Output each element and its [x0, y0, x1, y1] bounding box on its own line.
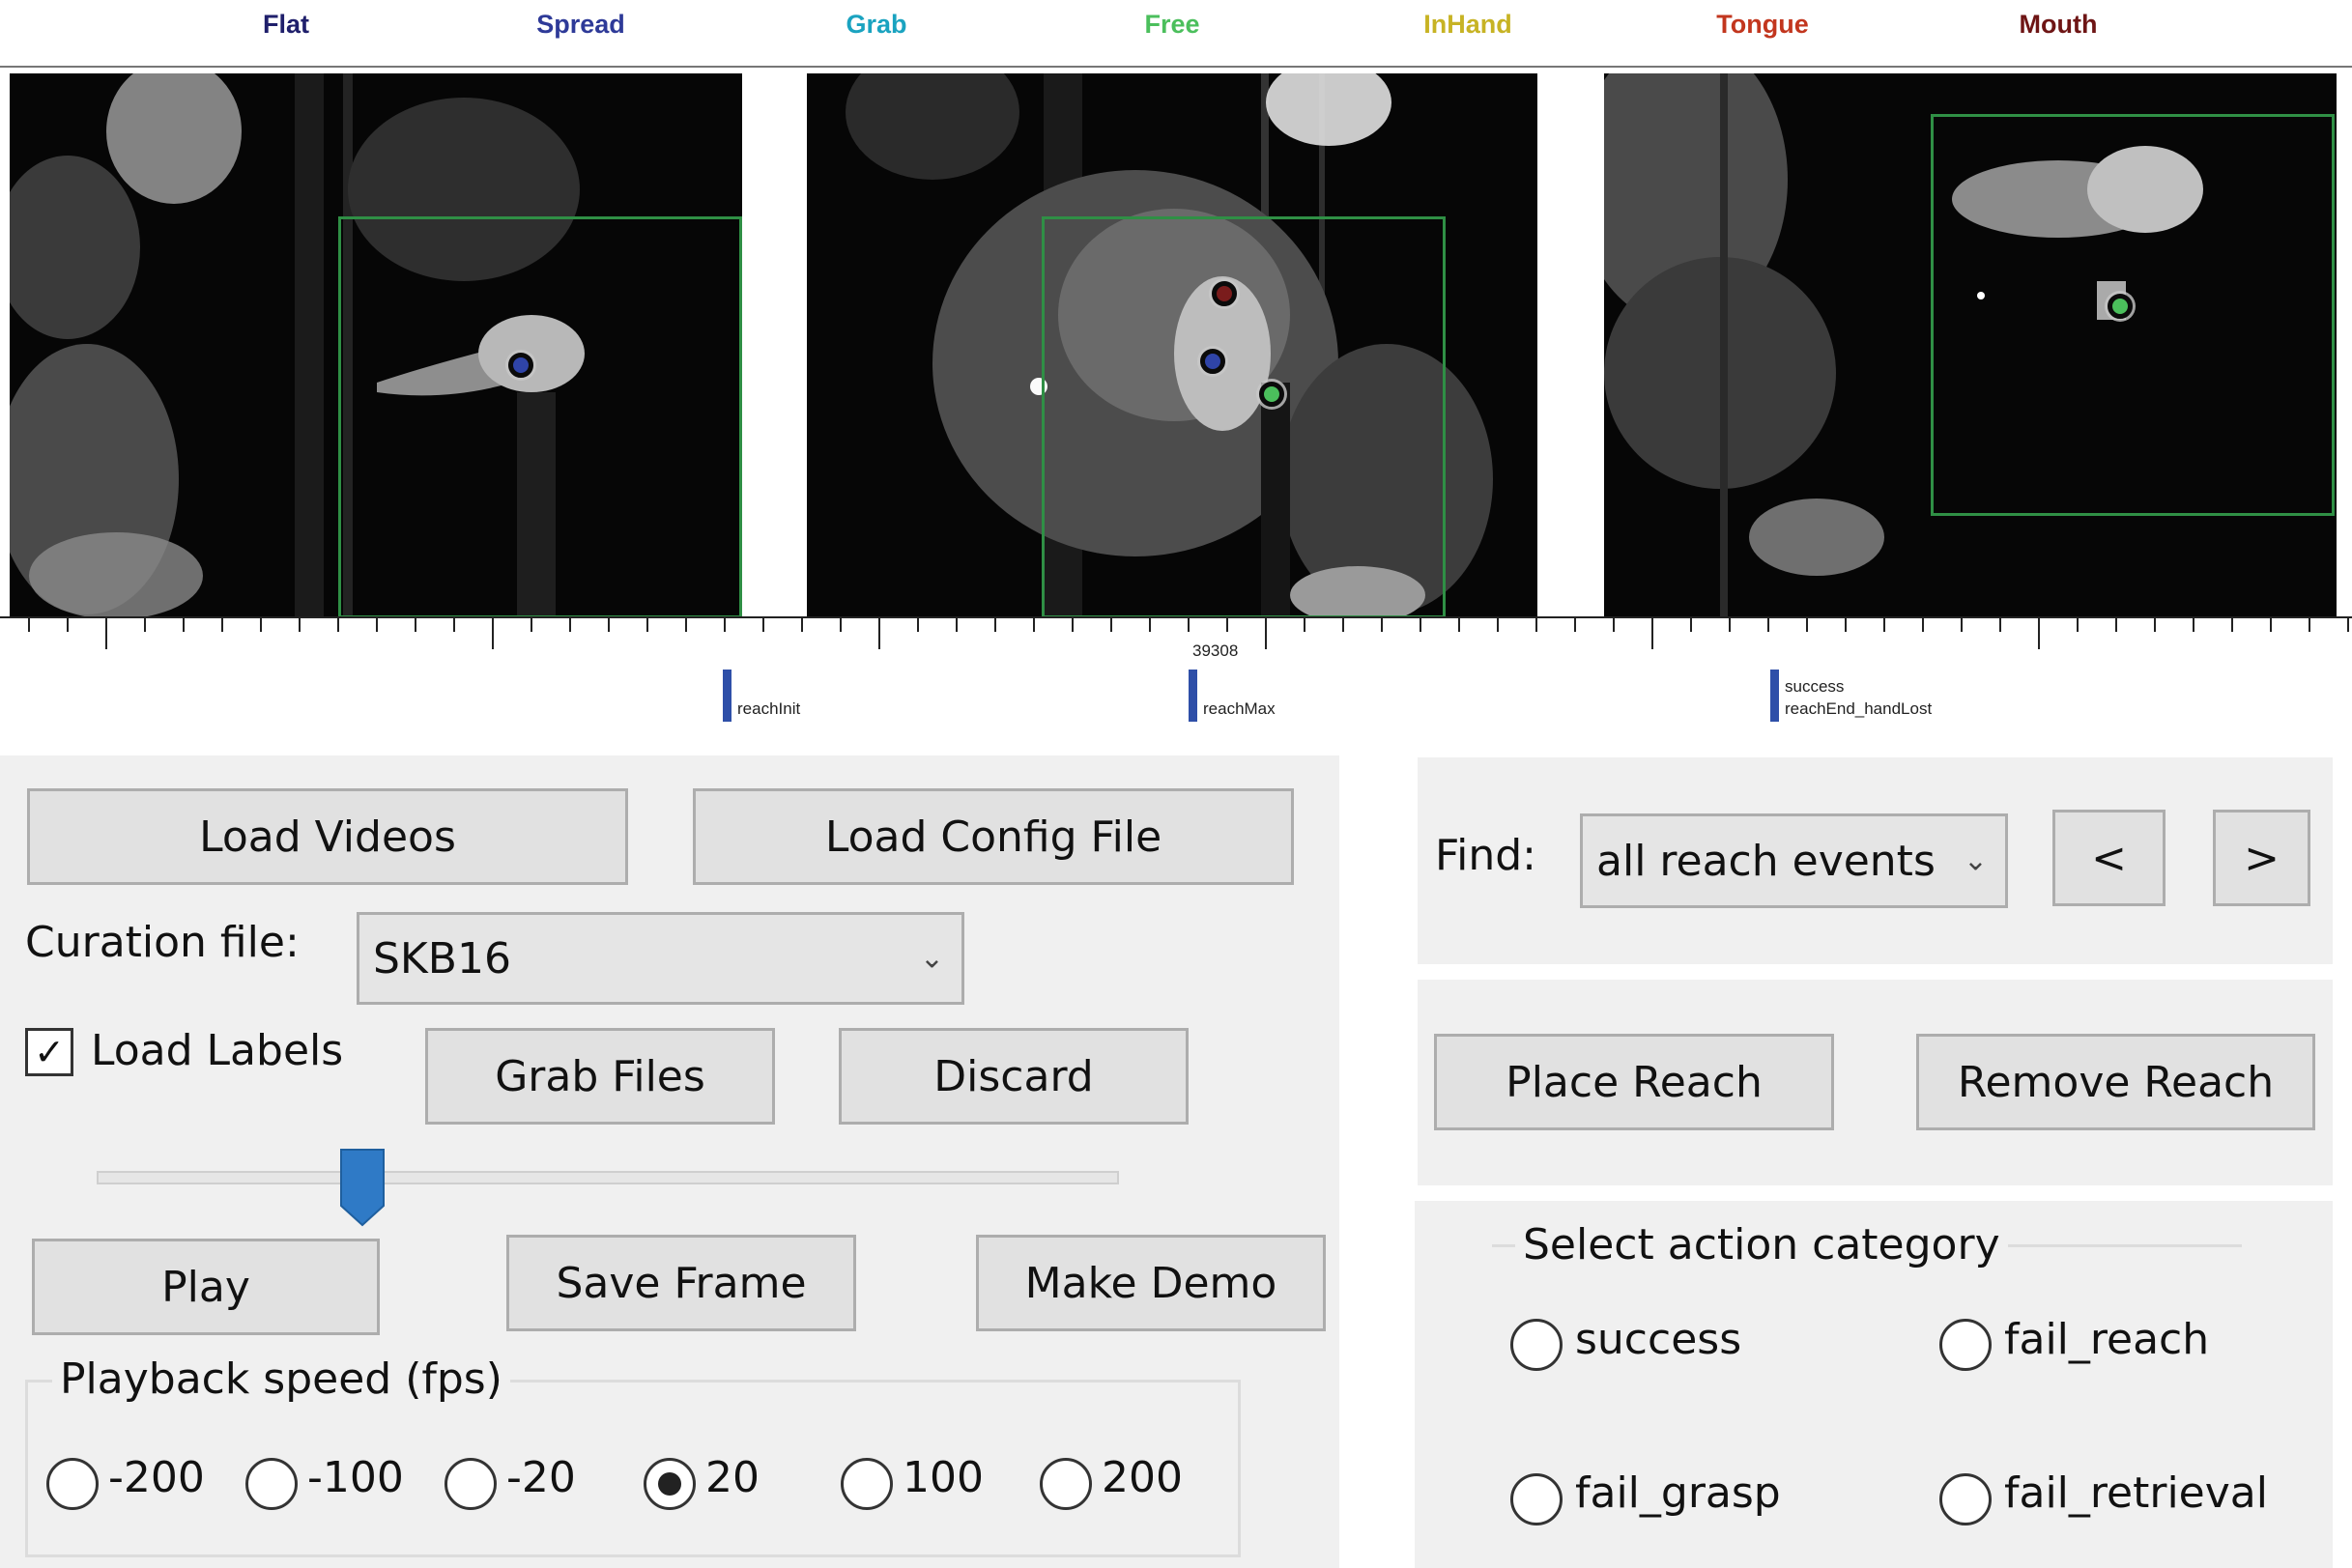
keypoint-mouth-center: [1212, 281, 1237, 306]
find-label: Find:: [1435, 831, 1536, 880]
find-select-value: all reach events: [1596, 836, 1936, 886]
find-panel: Find: all reach events ⌄ < >: [1418, 757, 2333, 964]
event-label-reachinit: reachInit: [737, 699, 801, 718]
action-category-panel: Select action category success fail_reac…: [1415, 1201, 2333, 1568]
grab-files-button[interactable]: Grab Files: [425, 1028, 775, 1125]
legend-tongue: Tongue: [1716, 10, 1809, 39]
category-group-title: Select action category: [1515, 1220, 2008, 1269]
speed-radio-minus-100[interactable]: [245, 1458, 298, 1510]
video-frame-right[interactable]: [1604, 73, 2337, 618]
playback-slider-track[interactable]: [97, 1171, 1119, 1184]
speed-radio-20[interactable]: [644, 1458, 696, 1510]
keypoint-free-right: [2108, 294, 2133, 319]
timeline-frame-number: 39308: [1192, 641, 1239, 660]
legend-divider: [0, 66, 2352, 68]
load-config-button[interactable]: Load Config File: [693, 788, 1294, 885]
place-reach-button[interactable]: Place Reach: [1434, 1034, 1834, 1130]
timeline-axis: [0, 616, 2352, 649]
category-radio-fail-grasp[interactable]: [1510, 1473, 1563, 1525]
event-label-reachend: reachEnd_handLost: [1785, 699, 1933, 718]
legend-inhand: InHand: [1423, 10, 1512, 39]
speed-label-100: 100: [903, 1453, 984, 1502]
curation-file-value: SKB16: [373, 933, 511, 984]
speed-label-minus-100: -100: [307, 1453, 404, 1502]
category-label-fail-reach: fail_reach: [2004, 1315, 2210, 1364]
speed-label-minus-200: -200: [108, 1453, 205, 1502]
playback-speed-title: Playback speed (fps): [52, 1354, 510, 1404]
playback-slider-handle[interactable]: [339, 1148, 386, 1227]
remove-reach-button[interactable]: Remove Reach: [1916, 1034, 2315, 1130]
roi-box-right: [1931, 114, 2335, 516]
category-label-success: success: [1575, 1315, 1742, 1364]
load-labels-label: Load Labels: [91, 1026, 344, 1075]
event-timeline[interactable]: 39308 reachInit reachMax success reachEn…: [0, 614, 2352, 740]
roi-box-center: [1042, 216, 1446, 618]
curation-file-select[interactable]: SKB16 ⌄: [357, 912, 964, 1005]
video-frame-left[interactable]: [10, 73, 742, 618]
roi-box-left: [338, 216, 742, 618]
speed-label-200: 200: [1102, 1453, 1183, 1502]
speed-radio-minus-200[interactable]: [46, 1458, 99, 1510]
save-frame-button[interactable]: Save Frame: [506, 1235, 856, 1331]
next-event-button[interactable]: >: [2213, 810, 2310, 906]
video-frame-center[interactable]: [807, 73, 1537, 618]
category-radio-fail-retrieval[interactable]: [1939, 1473, 1992, 1525]
legend-spread: Spread: [536, 10, 625, 39]
keypoint-free-center: [1259, 382, 1284, 407]
load-videos-button[interactable]: Load Videos: [27, 788, 628, 885]
legend-mouth: Mouth: [2019, 10, 2098, 39]
keypoint-spread-center: [1200, 349, 1225, 374]
category-radio-fail-reach[interactable]: [1939, 1319, 1992, 1371]
event-marker-reachinit[interactable]: [723, 670, 731, 722]
chevron-down-icon: ⌄: [919, 941, 944, 976]
event-label-reachmax: reachMax: [1203, 699, 1276, 718]
legend-free: Free: [1144, 10, 1200, 39]
play-button[interactable]: Play: [32, 1239, 380, 1335]
event-label-success: success: [1785, 677, 1845, 696]
find-select[interactable]: all reach events ⌄: [1580, 813, 2008, 908]
speed-label-minus-20: -20: [506, 1453, 576, 1502]
load-labels-checkbox[interactable]: ✓: [25, 1028, 73, 1076]
chevron-down-icon: ⌄: [1963, 843, 1988, 878]
speed-label-20: 20: [705, 1453, 760, 1502]
make-demo-button[interactable]: Make Demo: [976, 1235, 1326, 1331]
curation-file-label: Curation file:: [25, 918, 300, 967]
reach-edit-panel: Place Reach Remove Reach: [1418, 980, 2333, 1185]
speed-radio-minus-20[interactable]: [445, 1458, 497, 1510]
keypoint-spread-left: [508, 353, 533, 378]
checkmark-icon: ✓: [34, 1031, 65, 1073]
speed-radio-200[interactable]: [1040, 1458, 1092, 1510]
event-marker-reachmax[interactable]: [1189, 670, 1197, 722]
discard-button[interactable]: Discard: [839, 1028, 1189, 1125]
category-label-fail-grasp: fail_grasp: [1575, 1468, 1781, 1518]
speed-radio-100[interactable]: [841, 1458, 893, 1510]
event-marker-success[interactable]: [1770, 670, 1779, 722]
category-radio-success[interactable]: [1510, 1319, 1563, 1371]
prev-event-button[interactable]: <: [2052, 810, 2166, 906]
category-label-fail-retrieval: fail_retrieval: [2004, 1468, 2268, 1518]
playback-control-panel: Load Videos Load Config File Curation fi…: [0, 755, 1339, 1568]
legend-grab: Grab: [846, 10, 907, 39]
legend-flat: Flat: [262, 10, 310, 39]
